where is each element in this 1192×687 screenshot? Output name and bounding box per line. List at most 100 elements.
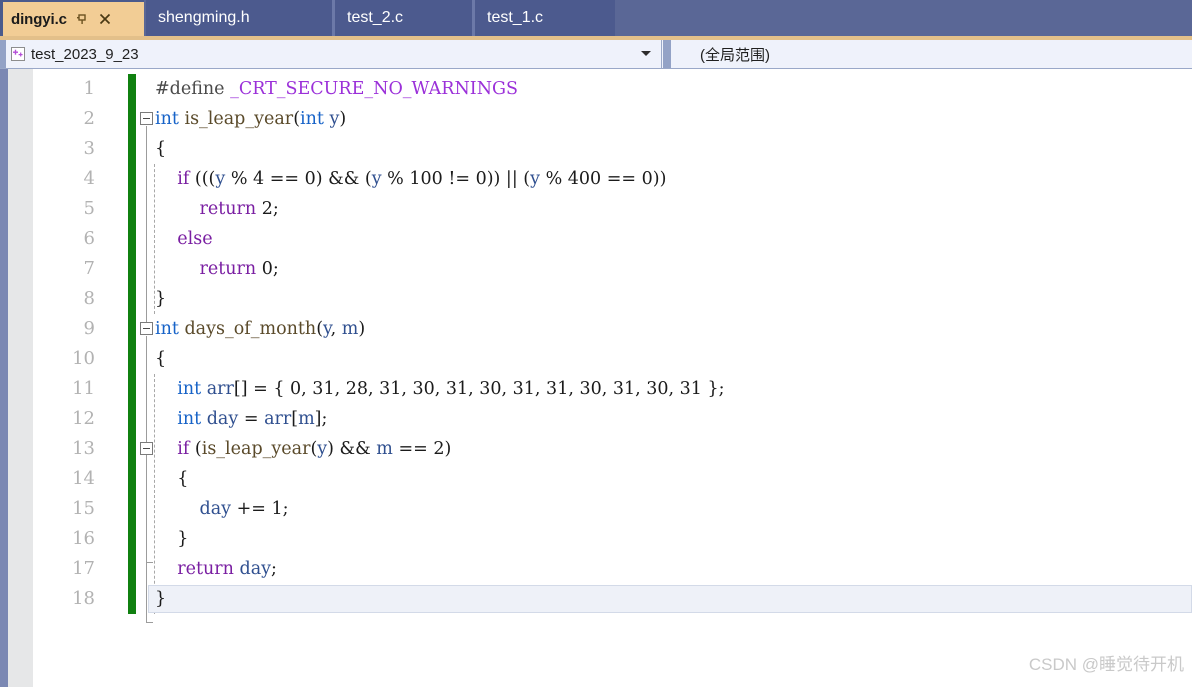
editor-tab-test-1-c[interactable]: test_1.c (475, 0, 615, 36)
line-number: 11 (72, 378, 95, 399)
change-indicator-bar (128, 404, 136, 434)
line-number: 3 (83, 138, 95, 159)
change-indicator-bar (128, 254, 136, 284)
change-indicator-bar (128, 104, 136, 134)
change-indicator-bar (128, 554, 136, 584)
code-text[interactable]: return 2; (155, 194, 279, 224)
line-number: 4 (83, 168, 95, 189)
visual-studio-editor-window: dingyi.c shengming.h test_2.c test_1.c test… (0, 0, 1192, 687)
close-icon[interactable] (98, 12, 112, 26)
line-number: 14 (72, 468, 95, 489)
code-text[interactable]: } (155, 284, 166, 314)
editor-tab-label: test_2.c (347, 9, 404, 26)
code-line[interactable]: 2 int is_leap_year(int y) (33, 104, 1192, 134)
change-indicator-bar (128, 374, 136, 404)
breakpoint-margin[interactable] (8, 69, 33, 687)
editor-tab-label: test_1.c (487, 9, 544, 26)
navigation-bar: test_2023_9_23 (全局范围) (0, 40, 1192, 69)
change-indicator-bar (128, 224, 136, 254)
tab-separator (472, 0, 475, 36)
scope-dropdown-value: test_2023_9_23 (31, 45, 139, 63)
change-indicator-bar (128, 494, 136, 524)
line-number: 6 (83, 228, 95, 249)
code-line[interactable]: 3{ (33, 134, 1192, 164)
code-text[interactable]: { (155, 134, 166, 164)
code-line[interactable]: 5 return 2; (33, 194, 1192, 224)
code-line[interactable]: 1 #define _CRT_SECURE_NO_WARNINGS (33, 74, 1192, 104)
csdn-watermark: CSDN @睡觉待开机 (1028, 655, 1184, 674)
editor-tab-label: dingyi.c (11, 10, 67, 28)
change-indicator-bar (128, 584, 136, 614)
code-line[interactable]: 7 return 0; (33, 254, 1192, 284)
editor-tab-test-2-c[interactable]: test_2.c (335, 0, 472, 36)
change-indicator-bar (128, 74, 136, 104)
editor-tab-label: shengming.h (158, 9, 250, 26)
code-text[interactable]: day += 1; (155, 494, 289, 524)
change-indicator-bar (128, 284, 136, 314)
chevron-down-icon[interactable] (641, 51, 651, 56)
code-text[interactable]: int is_leap_year(int y) (155, 104, 346, 134)
fold-guide-end (146, 622, 153, 623)
code-line[interactable]: 9 int days_of_month(y, m) (33, 314, 1192, 344)
line-number: 9 (83, 318, 95, 339)
code-text[interactable]: { (155, 344, 166, 374)
tab-separator (332, 0, 335, 36)
cpp-file-icon (10, 46, 26, 62)
line-number: 17 (72, 558, 95, 579)
member-dropdown[interactable]: (全局范围) (676, 40, 1192, 68)
line-number: 18 (72, 588, 95, 609)
change-indicator-bar (128, 434, 136, 464)
code-line[interactable]: 11 int arr[] = { 0, 31, 28, 31, 30, 31, … (33, 374, 1192, 404)
editor-left-edge (0, 69, 8, 687)
code-text[interactable]: int days_of_month(y, m) (155, 314, 365, 344)
line-number: 5 (83, 198, 95, 219)
editor-tab-strip: dingyi.c shengming.h test_2.c test_1.c (0, 0, 1192, 36)
code-line[interactable]: 8} (33, 284, 1192, 314)
code-text[interactable]: else (155, 224, 212, 254)
code-text[interactable]: { (155, 464, 188, 494)
pin-icon[interactable] (76, 13, 89, 26)
code-text[interactable]: return 0; (155, 254, 279, 284)
change-indicator-bar (128, 194, 136, 224)
code-text[interactable]: #define _CRT_SECURE_NO_WARNINGS (155, 74, 518, 104)
line-number: 2 (83, 108, 95, 129)
line-number: 8 (83, 288, 95, 309)
line-number: 15 (72, 498, 95, 519)
editor-tab-dingyi-c[interactable]: dingyi.c (0, 0, 144, 36)
editor-tab-shengming-h[interactable]: shengming.h (146, 0, 332, 36)
code-text[interactable]: int arr[] = { 0, 31, 28, 31, 30, 31, 30,… (155, 374, 724, 404)
code-editor[interactable]: 1 #define _CRT_SECURE_NO_WARNINGS 2 int is_… (0, 69, 1192, 687)
line-number: 7 (83, 258, 95, 279)
line-number: 16 (72, 528, 95, 549)
change-indicator-bar (128, 314, 136, 344)
code-text[interactable]: int day = arr[m]; (155, 404, 327, 434)
code-line[interactable]: 17 return day; (33, 554, 1192, 584)
code-line[interactable]: 13 if (is_leap_year(y) && m == 2) (33, 434, 1192, 464)
change-indicator-bar (128, 344, 136, 374)
change-indicator-bar (128, 164, 136, 194)
code-text[interactable]: } (155, 584, 166, 614)
code-text[interactable]: return day; (155, 554, 277, 584)
code-text[interactable]: } (155, 524, 188, 554)
code-line[interactable]: 16 } (33, 524, 1192, 554)
code-line[interactable]: 4 if (((y % 4 == 0) && (y % 100 != 0)) |… (33, 164, 1192, 194)
code-line[interactable]: 14 { (33, 464, 1192, 494)
navbar-divider (663, 40, 671, 68)
code-text[interactable]: if (is_leap_year(y) && m == 2) (155, 434, 451, 464)
code-line[interactable]: 10 { (33, 344, 1192, 374)
line-number: 12 (72, 408, 95, 429)
line-number: 1 (83, 78, 95, 99)
code-line[interactable]: 18} (33, 584, 1192, 614)
code-text[interactable]: if (((y % 4 == 0) && (y % 100 != 0)) || … (155, 164, 666, 194)
member-dropdown-value: (全局范围) (700, 46, 770, 64)
code-surface[interactable]: 1 #define _CRT_SECURE_NO_WARNINGS 2 int is_… (33, 69, 1192, 687)
line-number: 13 (72, 438, 95, 459)
change-indicator-bar (128, 134, 136, 164)
change-indicator-bar (128, 464, 136, 494)
scope-dropdown[interactable]: test_2023_9_23 (6, 40, 662, 68)
code-line[interactable]: 6 else (33, 224, 1192, 254)
line-number: 10 (72, 348, 95, 369)
code-line[interactable]: 15 day += 1; (33, 494, 1192, 524)
change-indicator-bar (128, 524, 136, 554)
code-line[interactable]: 12 int day = arr[m]; (33, 404, 1192, 434)
